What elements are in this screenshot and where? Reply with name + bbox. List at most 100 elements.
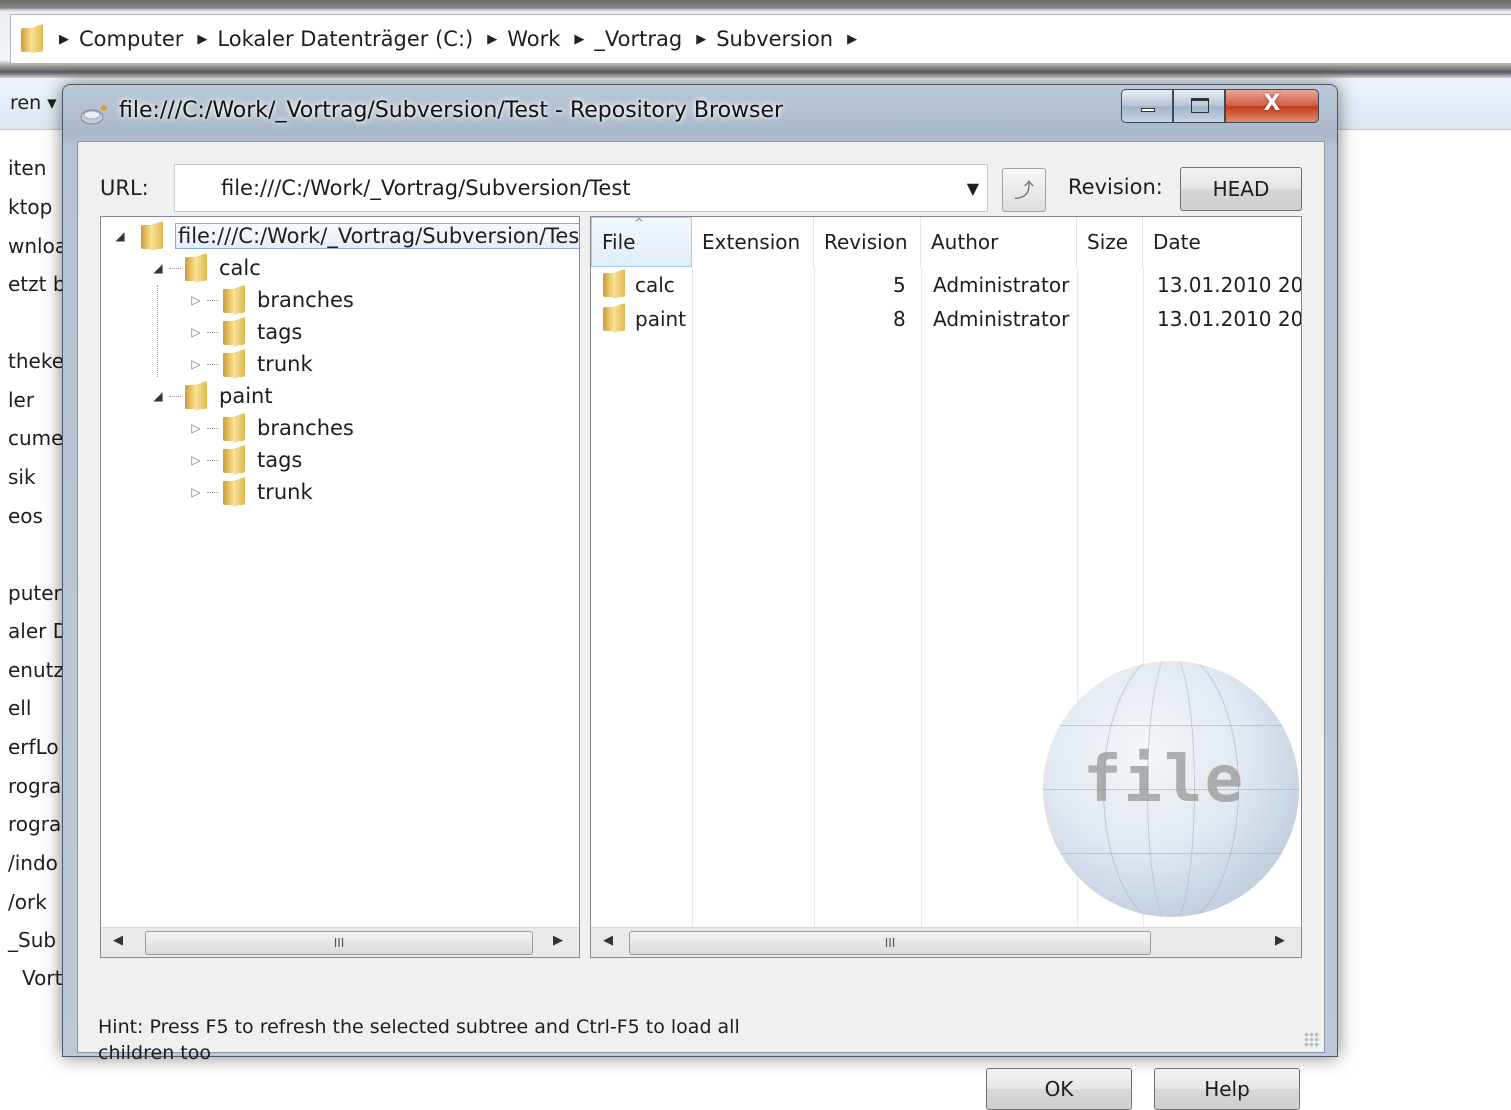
chevron-right-icon[interactable]: ▶ (197, 32, 207, 47)
breadcrumb-vortrag[interactable]: _Vortrag (594, 27, 682, 51)
nav-item[interactable]: rogra (8, 812, 61, 836)
collapsed-arrow-icon[interactable]: ▷ (187, 357, 205, 371)
column-header-date[interactable]: Date (1143, 217, 1301, 267)
nav-item[interactable]: cume (8, 426, 63, 450)
tree-node-calc-branches[interactable]: ▷ branches (187, 285, 354, 315)
breadcrumb[interactable]: ▶ Computer ▶ Lokaler Datenträger (C:) ▶ … (10, 14, 1511, 64)
expanded-arrow-icon[interactable]: ◢ (111, 229, 129, 243)
list-row-paint[interactable]: paint 8 Administrator 13.01.2010 20 (591, 305, 1301, 335)
tree-node-label[interactable]: file:///C:/Work/_Vortrag/Subversion/Test (175, 223, 579, 249)
chevron-right-icon[interactable]: ▶ (847, 32, 857, 47)
revision-button[interactable]: HEAD (1180, 167, 1302, 211)
scroll-right-icon[interactable]: ▶ (1275, 933, 1285, 948)
dropdown-arrow-icon[interactable]: ▼ (967, 179, 979, 198)
list-row-calc[interactable]: calc 5 Administrator 13.01.2010 20 (591, 271, 1302, 301)
nav-item[interactable]: /indo (8, 851, 58, 875)
window-title: file:///C:/Work/_Vortrag/Subversion/Test… (119, 98, 784, 123)
nav-item[interactable]: puter (8, 581, 62, 605)
collapsed-arrow-icon[interactable]: ▷ (187, 325, 205, 339)
nav-item[interactable]: etzt b (8, 272, 66, 296)
folder-icon (221, 287, 249, 313)
breadcrumb-subversion[interactable]: Subversion (716, 27, 833, 51)
chevron-right-icon[interactable]: ▶ (59, 32, 69, 47)
folder-icon (221, 479, 249, 505)
minimize-button[interactable] (1121, 89, 1173, 123)
nav-item[interactable]: _Sub (8, 928, 56, 952)
nav-item[interactable]: enutz (8, 658, 64, 682)
nav-item[interactable]: ell (8, 696, 31, 720)
title-bar[interactable]: file:///C:/Work/_Vortrag/Subversion/Test… (63, 85, 1337, 141)
nav-item[interactable]: iten (8, 156, 46, 180)
organize-menu[interactable]: ren ▾ (10, 92, 57, 114)
help-button[interactable]: Help (1154, 1068, 1300, 1110)
list-horizontal-scrollbar[interactable]: ◀ III ▶ (591, 927, 1301, 957)
nav-item[interactable]: theke (8, 349, 64, 373)
breadcrumb-computer[interactable]: Computer (79, 27, 183, 51)
folder-icon (601, 271, 629, 297)
breadcrumb-drive-c[interactable]: Lokaler Datenträger (C:) (217, 27, 473, 51)
scroll-thumb[interactable]: III (145, 931, 533, 955)
chevron-right-icon[interactable]: ▶ (574, 32, 584, 47)
column-header-author[interactable]: Author (921, 217, 1077, 267)
collapsed-arrow-icon[interactable]: ▷ (187, 453, 205, 467)
expanded-arrow-icon[interactable]: ◢ (149, 389, 167, 403)
nav-item[interactable]: /ork (8, 890, 47, 914)
column-header-revision[interactable]: Revision (814, 217, 921, 267)
close-button[interactable]: X (1225, 89, 1319, 123)
tree-node-label[interactable]: trunk (257, 352, 313, 376)
tree-node-label[interactable]: paint (219, 384, 273, 408)
cell-date: 13.01.2010 20 (1157, 273, 1302, 297)
explorer-address-bar: ▶ Computer ▶ Lokaler Datenträger (C:) ▶ … (0, 0, 1511, 78)
folder-icon (19, 26, 47, 52)
tree-node-paint[interactable]: ◢ paint (149, 381, 273, 411)
tree-node-label[interactable]: trunk (257, 480, 313, 504)
tree-node-calc-trunk[interactable]: ▷ trunk (187, 349, 313, 379)
chevron-right-icon[interactable]: ▶ (696, 32, 706, 47)
tree-horizontal-scrollbar[interactable]: ◀ III ▶ (101, 927, 579, 957)
collapsed-arrow-icon[interactable]: ▷ (187, 485, 205, 499)
tree-node-paint-tags[interactable]: ▷ tags (187, 445, 302, 475)
tree-node-paint-trunk[interactable]: ▷ trunk (187, 477, 313, 507)
tree-node-calc[interactable]: ◢ calc (149, 253, 261, 283)
hint-text: Hint: Press F5 to refresh the selected s… (98, 1016, 740, 1064)
url-combobox[interactable]: file:///C:/Work/_Vortrag/Subversion/Test… (174, 164, 988, 212)
nav-item[interactable]: aler D (8, 619, 68, 643)
repository-browser-dialog: file:///C:/Work/_Vortrag/Subversion/Test… (62, 84, 1338, 1110)
column-header-extension[interactable]: Extension (692, 217, 814, 267)
repository-tree[interactable]: ◢ file:///C:/Work/_Vortrag/Subversion/Te… (100, 216, 580, 958)
nav-item[interactable]: sik (8, 465, 36, 489)
tree-node-label[interactable]: tags (257, 320, 302, 344)
url-value[interactable]: file:///C:/Work/_Vortrag/Subversion/Test (221, 176, 631, 200)
file-list[interactable]: ^ File Extension Revision Author Size Da… (590, 216, 1302, 958)
tree-node-label[interactable]: tags (257, 448, 302, 472)
go-up-button[interactable]: ⤴ (1002, 168, 1046, 212)
tree-node-label[interactable]: branches (257, 288, 354, 312)
tree-node-calc-tags[interactable]: ▷ tags (187, 317, 302, 347)
chevron-right-icon[interactable]: ▶ (487, 32, 497, 47)
column-header-file[interactable]: ^ File (591, 217, 692, 267)
nav-item[interactable]: erfLo (8, 735, 59, 759)
scroll-left-icon[interactable]: ◀ (603, 933, 613, 948)
scroll-left-icon[interactable]: ◀ (113, 933, 123, 948)
nav-item[interactable]: Vort (22, 966, 62, 990)
nav-item[interactable]: wnloa (8, 234, 67, 258)
scroll-right-icon[interactable]: ▶ (553, 933, 563, 948)
collapsed-arrow-icon[interactable]: ▷ (187, 293, 205, 307)
nav-item[interactable]: eos (8, 504, 43, 528)
maximize-button[interactable] (1173, 89, 1225, 123)
collapsed-arrow-icon[interactable]: ▷ (187, 421, 205, 435)
tree-node-label[interactable]: branches (257, 416, 354, 440)
breadcrumb-work[interactable]: Work (507, 27, 560, 51)
column-header-size[interactable]: Size (1077, 217, 1143, 267)
expanded-arrow-icon[interactable]: ◢ (149, 261, 167, 275)
nav-item[interactable]: rogra (8, 774, 61, 798)
tree-node-root[interactable]: ◢ file:///C:/Work/_Vortrag/Subversion/Te… (111, 221, 579, 251)
explorer-content-pane (1320, 130, 1511, 980)
nav-item[interactable]: ler (8, 388, 34, 412)
tree-node-label[interactable]: calc (219, 256, 261, 280)
ok-button[interactable]: OK (986, 1068, 1132, 1110)
resize-grip-icon[interactable] (1304, 1032, 1320, 1048)
scroll-thumb[interactable]: III (629, 931, 1151, 955)
tree-node-paint-branches[interactable]: ▷ branches (187, 413, 354, 443)
nav-item[interactable]: ktop (8, 195, 52, 219)
